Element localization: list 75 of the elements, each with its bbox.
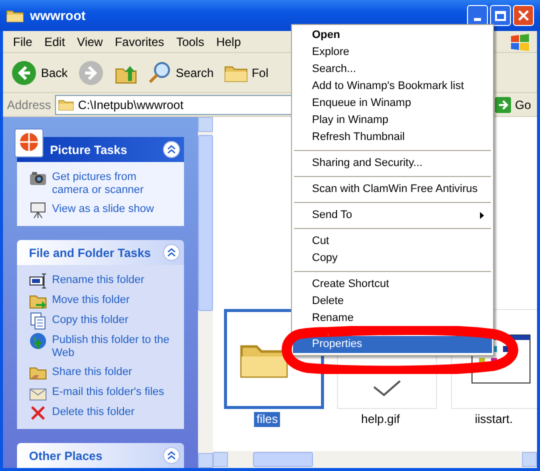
scroll-right-icon (522, 452, 537, 467)
context-menu-item[interactable]: Scan with ClamWin Free Antivirus (293, 181, 492, 198)
minimize-icon (474, 18, 481, 21)
scroll-thumb[interactable] (253, 452, 313, 467)
task-link[interactable]: Share this folder (52, 364, 170, 381)
context-menu-item[interactable]: Enqueue in Winamp (293, 95, 492, 112)
picture-icon (13, 127, 45, 159)
folder-icon (6, 8, 24, 23)
panel-header[interactable]: Picture Tasks (13, 127, 184, 162)
scroll-left-icon (213, 452, 228, 467)
panel-header[interactable]: Other Places (17, 443, 184, 468)
menu-item[interactable]: Favorites (108, 32, 170, 50)
context-menu-item[interactable]: Search... (293, 61, 492, 78)
context-menu-item[interactable]: Copy (293, 250, 492, 267)
copy-icon (29, 312, 47, 330)
context-menu-item[interactable]: Send To (293, 207, 492, 224)
scroll-thumb[interactable] (198, 135, 213, 311)
menu-item[interactable]: View (71, 32, 109, 50)
folder-icon (58, 98, 74, 111)
maximize-icon (495, 10, 506, 20)
task-link[interactable]: Publish this folder to the Web (52, 332, 170, 362)
task-link[interactable]: E-mail this folder's files (52, 384, 170, 401)
menu-item[interactable]: Edit (38, 32, 72, 50)
file-name: help.gif (360, 412, 401, 427)
vertical-scrollbar[interactable] (198, 117, 213, 468)
context-menu-item[interactable]: Add to Winamp's Bookmark list (293, 78, 492, 95)
address-label: Address (7, 96, 52, 114)
context-menu-item[interactable]: Sharing and Security... (293, 155, 492, 172)
context-menu-item[interactable]: Create Shortcut (293, 276, 492, 293)
go-button[interactable]: Go (493, 96, 537, 114)
context-menu-item[interactable]: Rename (293, 310, 492, 327)
task-link[interactable]: Rename this folder (52, 272, 170, 289)
panel-title: Other Places (29, 448, 102, 464)
camera-icon (29, 169, 47, 187)
collapse-icon (163, 447, 180, 464)
projector-screen-icon (29, 201, 47, 219)
delete-icon (29, 404, 47, 422)
collapse-icon (163, 141, 180, 158)
submenu-arrow-icon (480, 212, 484, 219)
rename-icon (29, 272, 47, 290)
context-menu-item[interactable]: Delete (293, 293, 492, 310)
task-link[interactable]: View as a slide show (52, 201, 170, 218)
back-button[interactable]: Back (11, 60, 68, 86)
scroll-down-icon (198, 453, 213, 468)
horizontal-scrollbar[interactable] (213, 451, 537, 468)
task-link[interactable]: Get pictures from camera or scanner (52, 169, 170, 199)
panel-header[interactable]: File and Folder Tasks (17, 240, 184, 265)
context-menu-item[interactable]: Cut (293, 233, 492, 250)
context-menu-item[interactable]: Explore (293, 44, 492, 61)
task-link[interactable]: Move this folder (52, 292, 170, 309)
file-name: iisstart. (474, 412, 514, 427)
close-icon (518, 10, 529, 21)
maximize-button[interactable] (490, 5, 511, 26)
globe-icon (29, 332, 47, 350)
folders-button[interactable]: Fol (224, 62, 268, 84)
context-menu-item[interactable]: Properties (293, 336, 492, 353)
menu-item[interactable]: File (7, 32, 38, 50)
menu-item[interactable]: Help (210, 32, 247, 50)
windows-logo-icon (509, 33, 531, 51)
context-menu-item[interactable]: Open (293, 27, 492, 44)
scroll-up-icon (198, 117, 213, 132)
context-menu-item[interactable]: Refresh Thumbnail (293, 129, 492, 146)
context-menu-item[interactable]: Play in Winamp (293, 112, 492, 129)
task-link[interactable]: Delete this folder (52, 404, 170, 421)
panel-title: Picture Tasks (50, 142, 128, 158)
panel-title: File and Folder Tasks (29, 244, 151, 262)
file-name: files (254, 412, 280, 427)
window-title: wwwroot (30, 6, 86, 25)
search-icon (148, 60, 172, 84)
task-link[interactable]: Copy this folder (52, 312, 170, 329)
close-button[interactable] (513, 5, 534, 26)
search-button[interactable]: Search (148, 60, 214, 84)
minimize-button[interactable] (467, 5, 488, 26)
collapse-icon (163, 244, 180, 261)
menu-item[interactable]: Tools (170, 32, 210, 50)
